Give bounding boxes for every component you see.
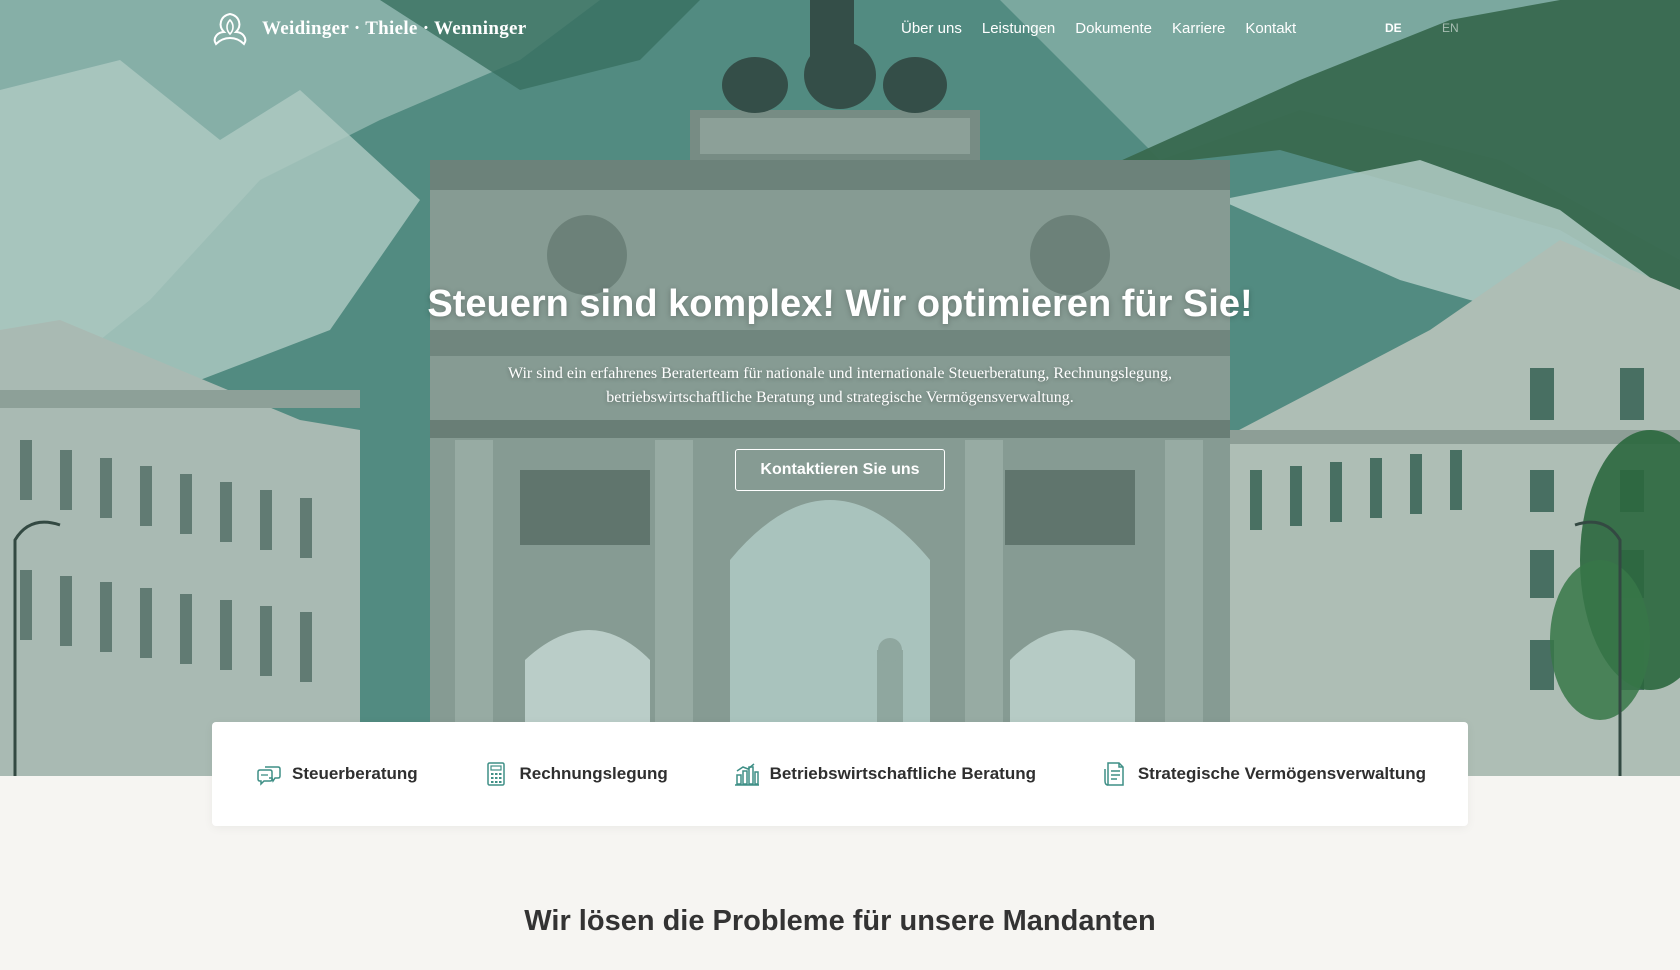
document-icon xyxy=(1104,762,1124,786)
service-betriebswirtschaftliche-beratung[interactable]: Betriebswirtschaftliche Beratung xyxy=(734,761,1036,787)
nav-item-kontakt[interactable]: Kontakt xyxy=(1245,20,1296,37)
section-title: Wir lösen die Probleme für unsere Mandan… xyxy=(524,905,1156,937)
service-label: Betriebswirtschaftliche Beratung xyxy=(769,764,1036,783)
hero-title: Steuern sind komplex! Wir optimieren für… xyxy=(427,283,1253,325)
service-strategische-vermoegensverwaltung[interactable]: Strategische Vermögensverwaltung xyxy=(1102,761,1426,787)
site-header: Weidinger · Thiele · Wenninger Über uns … xyxy=(0,0,1680,60)
nav-item-leistungen[interactable]: Leistungen xyxy=(982,20,1055,37)
nav-item-ueber-uns[interactable]: Über uns xyxy=(901,20,962,37)
service-label: Rechnungslegung xyxy=(519,764,668,783)
calculator-icon xyxy=(487,762,506,786)
hero-subtitle: Wir sind ein erfahrenes Beraterteam für … xyxy=(508,365,1172,406)
services-bar: Steuerberatung Rechnungslegung Betriebsw… xyxy=(212,722,1468,826)
logo-text: Weidinger · Thiele · Wenninger xyxy=(262,18,527,39)
language-en-link[interactable]: EN xyxy=(1442,21,1459,35)
service-label: Steuerberatung xyxy=(292,764,418,783)
hero-section: Weidinger · Thiele · Wenninger Über uns … xyxy=(0,0,1680,776)
language-de-link[interactable]: DE xyxy=(1385,21,1402,35)
logo-icon xyxy=(213,12,247,46)
nav-item-dokumente[interactable]: Dokumente xyxy=(1075,20,1152,37)
bar-chart-icon xyxy=(734,763,759,786)
nav-item-karriere[interactable]: Karriere xyxy=(1172,20,1225,37)
service-steuerberatung[interactable]: Steuerberatung xyxy=(256,761,418,787)
speech-bubbles-icon xyxy=(257,766,281,786)
logo[interactable]: Weidinger · Thiele · Wenninger xyxy=(210,10,526,48)
service-label: Strategische Vermögensverwaltung xyxy=(1137,764,1426,783)
main-nav: Über uns Leistungen Dokumente Karriere K… xyxy=(901,20,1296,37)
service-rechnungslegung[interactable]: Rechnungslegung xyxy=(483,761,668,787)
contact-cta-button[interactable]: Kontaktieren Sie uns xyxy=(735,449,945,491)
